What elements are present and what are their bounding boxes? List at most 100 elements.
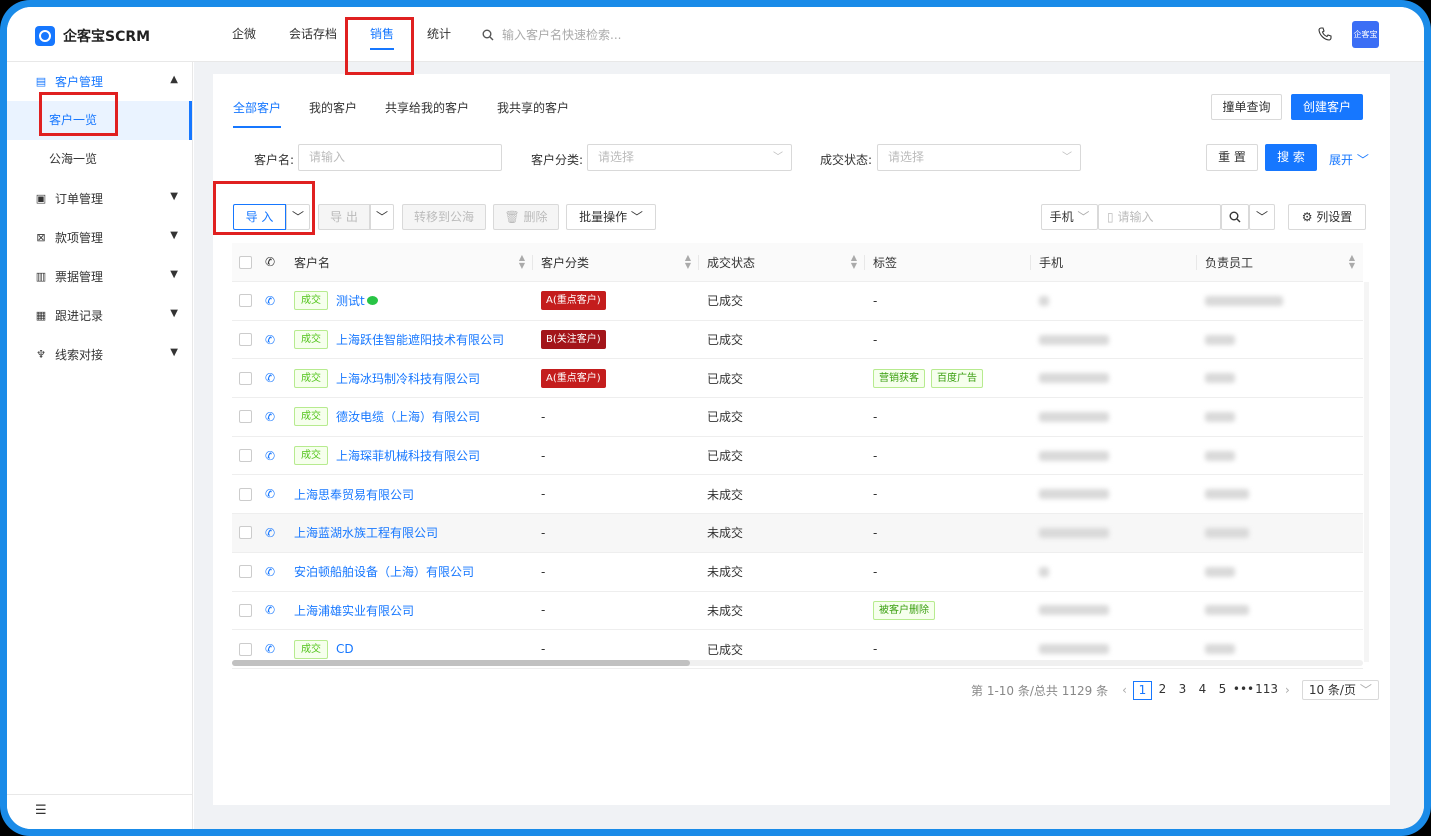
phone-field-select[interactable]: 手机 ﹀: [1041, 204, 1098, 230]
sidebar-group-followups[interactable]: ▦ 跟进记录 ▼: [7, 296, 192, 335]
table-row[interactable]: ✆ 上海浦雄实业有限公司 - 未成交 被客户删除: [232, 592, 1363, 631]
row-checkbox[interactable]: [239, 603, 252, 617]
customer-name-link[interactable]: 上海冰玛制冷科技有限公司: [336, 370, 480, 387]
horizontal-scrollbar-thumb[interactable]: [232, 660, 690, 666]
page-button[interactable]: 113: [1255, 681, 1278, 700]
sidebar-group-customers[interactable]: ▤ 客户管理 ▲: [7, 62, 192, 101]
row-checkbox[interactable]: [239, 333, 252, 347]
avatar[interactable]: 企客宝: [1352, 21, 1379, 48]
table-row[interactable]: ✆ 成交 上海跃佳智能遮阳技术有限公司 B(关注客户) 已成交 -: [232, 321, 1363, 360]
collapse-menu-icon[interactable]: ☰: [35, 803, 47, 818]
phone-search-button[interactable]: [1221, 204, 1249, 230]
customer-name-link[interactable]: 德汝电缆（上海）有限公司: [336, 408, 480, 425]
sidebar-item-customer-list[interactable]: 客户一览: [7, 101, 192, 140]
phone-icon[interactable]: ✆: [265, 449, 275, 463]
table-row[interactable]: ✆ 成交 上海冰玛制冷科技有限公司 A(重点客户) 已成交 营销获客 百度广告: [232, 359, 1363, 399]
phone-icon[interactable]: [1318, 27, 1334, 43]
sort-icon[interactable]: ▲ ▼: [519, 254, 525, 270]
header-customer-name[interactable]: 客户名 ▲ ▼: [288, 243, 533, 281]
top-search[interactable]: 输入客户名快速检索...: [482, 26, 621, 43]
transfer-to-pool-button[interactable]: 转移到公海: [402, 204, 486, 230]
customer-name-link[interactable]: 安泊顿船舶设备（上海）有限公司: [294, 563, 474, 580]
phone-icon[interactable]: ✆: [265, 333, 275, 347]
phone-icon[interactable]: ✆: [265, 410, 275, 424]
sort-icon[interactable]: ▲ ▼: [685, 254, 691, 270]
topnav-item-stats[interactable]: 统计: [427, 7, 451, 62]
reset-button[interactable]: 重 置: [1206, 144, 1258, 171]
import-button[interactable]: 导 入: [233, 204, 286, 230]
header-customer-category[interactable]: 客户分类 ▲ ▼: [533, 243, 699, 281]
phone-icon[interactable]: ✆: [265, 371, 275, 385]
search-button[interactable]: 搜 索: [1265, 144, 1317, 171]
header-deal-status[interactable]: 成交状态 ▲ ▼: [699, 243, 865, 281]
topnav-item-sales[interactable]: 销售: [370, 7, 395, 62]
table-row[interactable]: ✆ 上海蓝湖水族工程有限公司 - 未成交 -: [232, 514, 1363, 553]
phone-icon[interactable]: ✆: [265, 642, 275, 656]
phone-search-input[interactable]: ▯ 请输入: [1098, 204, 1221, 230]
phone-icon[interactable]: ✆: [265, 603, 275, 617]
delete-button[interactable]: 🗑 删除: [493, 204, 559, 230]
row-checkbox[interactable]: [239, 565, 252, 579]
customer-name-link[interactable]: CD: [336, 642, 354, 656]
row-checkbox[interactable]: [239, 487, 252, 501]
phone-icon[interactable]: ✆: [265, 294, 275, 308]
topnav-item-qiwei[interactable]: 企微: [232, 7, 256, 62]
tab-shared-with-me[interactable]: 共享给我的客户: [385, 99, 469, 128]
tab-all-customers[interactable]: 全部客户: [233, 99, 282, 128]
table-row[interactable]: ✆ 成交 测试t A(重点客户) 已成交 -: [232, 282, 1363, 321]
sort-icon[interactable]: ▲ ▼: [851, 254, 857, 270]
import-dropdown-button[interactable]: ﹀: [286, 204, 310, 230]
row-checkbox[interactable]: [239, 526, 252, 540]
customer-name-link[interactable]: 上海跃佳智能遮阳技术有限公司: [336, 331, 504, 348]
header-owner[interactable]: 负责员工 ▲ ▼: [1197, 243, 1363, 281]
table-row[interactable]: ✆ 上海思奉贸易有限公司 - 未成交 -: [232, 475, 1363, 515]
phone-search-dropdown[interactable]: ﹀: [1249, 204, 1275, 230]
column-settings-button[interactable]: ⚙ 列设置: [1288, 204, 1366, 230]
prev-page-icon[interactable]: ‹: [1122, 683, 1127, 697]
sidebar-group-leads[interactable]: ♆ 线索对接 ▼: [7, 335, 192, 374]
page-size-select[interactable]: 10 条/页 ﹀: [1301, 680, 1379, 700]
page-button[interactable]: 3: [1173, 681, 1192, 700]
page-button[interactable]: 4: [1193, 681, 1212, 700]
expand-filters-button[interactable]: 展开 ﹀: [1329, 151, 1369, 168]
tab-my-customers[interactable]: 我的客户: [309, 99, 357, 128]
sidebar-item-public-pool[interactable]: 公海一览: [7, 140, 192, 179]
next-page-icon[interactable]: ›: [1285, 683, 1290, 697]
sidebar-group-payments[interactable]: ⊠ 款项管理 ▼: [7, 218, 192, 257]
phone-icon[interactable]: ✆: [265, 526, 275, 540]
topnav-item-chat-archive[interactable]: 会话存档: [289, 7, 337, 62]
phone-icon[interactable]: ✆: [265, 487, 275, 501]
page-button[interactable]: 5: [1213, 681, 1232, 700]
customer-category-select[interactable]: 请选择 ﹀: [587, 144, 792, 171]
table-row[interactable]: ✆ 成交 德汝电缆（上海）有限公司 - 已成交 -: [232, 398, 1363, 437]
row-checkbox[interactable]: [239, 371, 252, 385]
row-checkbox[interactable]: [239, 449, 252, 463]
table-row[interactable]: ✆ 安泊顿船舶设备（上海）有限公司 - 未成交 -: [232, 553, 1363, 592]
horizontal-scrollbar[interactable]: [232, 660, 1363, 666]
pagination-ellipsis[interactable]: •••: [1233, 681, 1254, 700]
customer-name-link[interactable]: 上海蓝湖水族工程有限公司: [294, 524, 438, 541]
page-button[interactable]: 1: [1132, 680, 1152, 700]
batch-operations-button[interactable]: 批量操作 ﹀: [566, 204, 656, 230]
row-checkbox[interactable]: [239, 294, 252, 308]
tab-shared-by-me[interactable]: 我共享的客户: [497, 99, 569, 128]
collision-check-button[interactable]: 撞单查询: [1211, 94, 1282, 120]
select-all-checkbox[interactable]: [239, 255, 252, 269]
sidebar-group-orders[interactable]: ▣ 订单管理 ▼: [7, 179, 192, 218]
create-customer-button[interactable]: 创建客户: [1291, 94, 1363, 120]
vertical-scrollbar[interactable]: [1364, 282, 1369, 662]
customer-name-input[interactable]: 请输入: [298, 144, 502, 171]
row-checkbox[interactable]: [239, 410, 252, 424]
export-button[interactable]: 导 出: [318, 204, 370, 230]
phone-icon[interactable]: ✆: [265, 565, 275, 579]
sort-icon[interactable]: ▲ ▼: [1349, 254, 1355, 270]
page-button[interactable]: 2: [1153, 681, 1172, 700]
deal-status-select[interactable]: 请选择 ﹀: [877, 144, 1081, 171]
export-dropdown-button[interactable]: ﹀: [370, 204, 394, 230]
customer-name-link[interactable]: 上海浦雄实业有限公司: [294, 602, 414, 619]
customer-name-link[interactable]: 上海思奉贸易有限公司: [294, 486, 414, 503]
customer-name-link[interactable]: 测试t: [336, 292, 365, 309]
table-row[interactable]: ✆ 成交 上海琛菲机械科技有限公司 - 已成交 -: [232, 437, 1363, 476]
logo[interactable]: 企客宝SCRM: [35, 26, 150, 46]
customer-name-link[interactable]: 上海琛菲机械科技有限公司: [336, 447, 480, 464]
